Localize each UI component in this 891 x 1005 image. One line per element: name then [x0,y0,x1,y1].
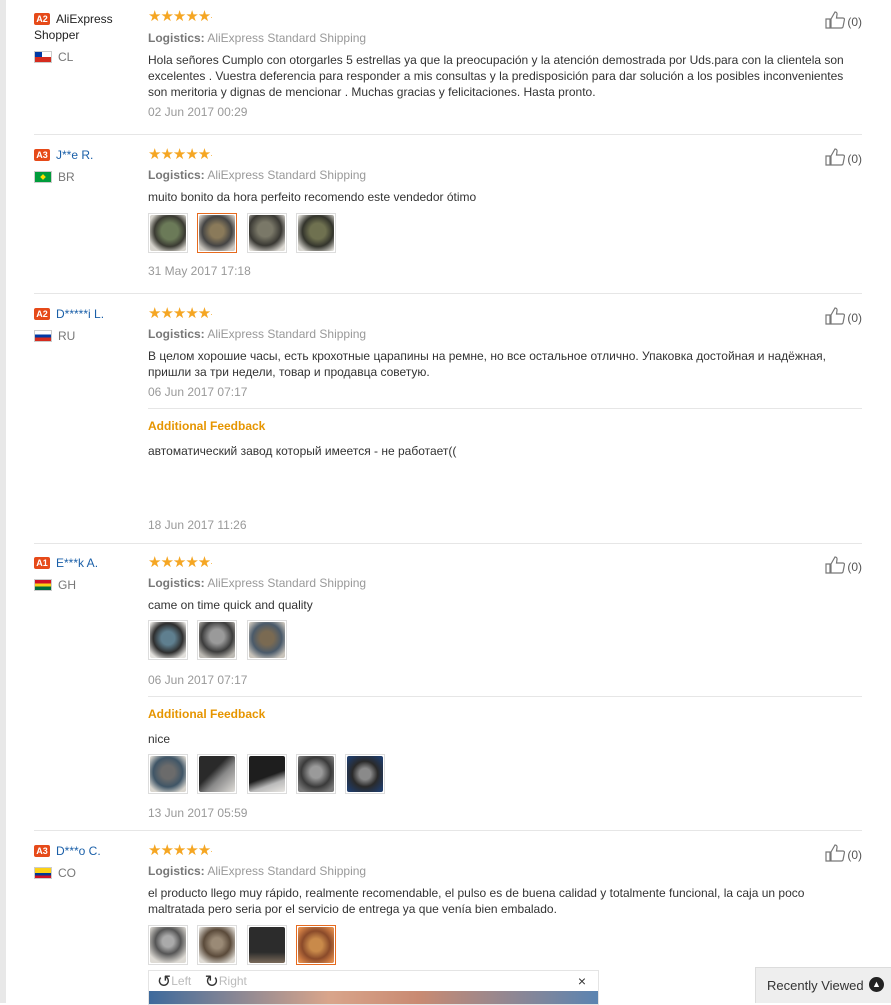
helpful-button[interactable]: (0) [825,556,862,575]
divider [148,408,862,409]
flag-icon [34,51,52,63]
rotate-left-button[interactable]: ↺Left [157,971,191,992]
helpful-button[interactable]: (0) [825,148,862,167]
buyer-level-badge: A2 [34,308,50,320]
thumbs-up-icon [825,148,846,166]
review-photo-thumb[interactable] [246,754,287,794]
thumbs-up-icon [825,11,846,29]
thumbs-up-icon [825,844,846,862]
star-rating: ★★★★★· [148,8,213,25]
flag-icon [34,171,52,183]
review-photo-thumb[interactable] [197,213,238,253]
additional-feedback-photos [148,754,391,794]
review-photo-thumb[interactable] [345,754,386,794]
review-item: A3 J**e R. BR ★★★★★· Logistics: AliExpres… [34,134,862,294]
reviewer-country: GH [34,578,139,592]
review-photos [148,213,342,253]
buyer-level-badge: A3 [34,845,50,857]
review-date: 31 May 2017 17:18 [148,264,251,278]
review-text: came on time quick and quality [148,598,313,612]
review-text: В целом хорошие часы, есть крохотные цар… [148,349,826,379]
review-photo-thumb[interactable] [148,620,188,660]
helpful-button[interactable]: (0) [825,11,862,30]
additional-feedback-title: Additional Feedback [148,419,266,433]
review-item: A2 AliExpress Shopper CL ★★★★★· Logistics… [34,0,862,135]
review-photo-thumb[interactable] [296,754,337,794]
reviewer-info: A1 E***k A. GH [34,555,139,592]
reviewer-country: CL [34,50,139,64]
buyer-level-badge: A1 [34,557,50,569]
star-rating: ★★★★★· [148,305,213,322]
review-photo-thumb[interactable] [246,213,287,253]
review-photo-thumb[interactable] [197,754,238,794]
rotate-left-icon: ↺ [157,972,172,991]
review-photo-thumb[interactable] [246,620,287,660]
additional-feedback-text: автоматический завод который имеется - н… [148,444,457,458]
review-photo-thumb[interactable] [296,925,337,965]
buyer-level-badge: A3 [34,149,50,161]
reviewer-name[interactable]: D*****i L. [56,307,104,321]
review-photos [148,620,293,660]
review-photo-thumb[interactable] [148,213,188,253]
reviewer-name[interactable]: D***o C. [56,844,101,858]
review-text: Hola señores Cumplo con otorgarles 5 est… [148,53,844,99]
flag-icon [34,330,52,342]
chevron-up-icon: ▲ [869,977,884,992]
recently-viewed-label: Recently Viewed [767,978,864,993]
reviewer-info: A3 J**e R. BR [34,147,139,184]
star-rating: ★★★★★· [148,554,213,571]
additional-feedback-date: 13 Jun 2017 05:59 [148,806,248,820]
review-text: muito bonito da hora perfeito recomendo … [148,190,477,204]
rotate-right-button[interactable]: ↻Right [205,971,247,992]
flag-icon [34,579,52,591]
review-photo-thumb[interactable] [197,620,238,660]
additional-feedback-text: nice [148,732,171,746]
close-icon[interactable]: × [578,974,586,988]
review-date: 06 Jun 2017 07:17 [148,385,248,399]
divider [148,696,862,697]
review-text: el producto llego muy rápido, realmente … [148,886,805,916]
review-photo-thumb[interactable] [148,754,188,794]
additional-feedback-date: 18 Jun 2017 11:26 [148,518,247,532]
reviewer-name[interactable]: J**e R. [56,148,93,162]
logistics-info: Logistics: AliExpress Standard Shipping [148,31,367,45]
left-border [0,0,6,1003]
reviewer-country: CO [34,866,139,880]
logistics-info: Logistics: AliExpress Standard Shipping [148,327,367,341]
review-photo-thumb[interactable] [296,213,337,253]
reviewer-info: A2 AliExpress Shopper CL [34,11,139,64]
review-item: A1 E***k A. GH ★★★★★· Logistics: AliExpre… [34,543,862,831]
reviewer-country: BR [34,170,139,184]
buyer-level-badge: A2 [34,13,50,25]
review-photo-thumb[interactable] [246,925,287,965]
logistics-info: Logistics: AliExpress Standard Shipping [148,168,367,182]
image-viewer: ↺Left ↻Right × [148,970,599,1005]
review-item: A2 D*****i L. RU ★★★★★· Logistics: AliExp… [34,293,862,544]
rotate-right-icon: ↻ [204,972,219,991]
flag-icon [34,867,52,879]
thumbs-up-icon [825,307,846,325]
thumbs-up-icon [825,556,846,574]
review-photos [148,925,342,965]
helpful-button[interactable]: (0) [825,307,862,326]
recently-viewed-tab[interactable]: Recently Viewed ▲ [755,967,891,1003]
reviewer-country: RU [34,329,139,343]
review-photo-thumb[interactable] [148,925,188,965]
reviewer-name[interactable]: E***k A. [56,556,98,570]
reviewer-info: A3 D***o C. CO [34,843,139,880]
star-rating: ★★★★★· [148,146,213,163]
image-viewer-toolbar: ↺Left ↻Right × [149,971,598,991]
logistics-info: Logistics: AliExpress Standard Shipping [148,576,367,590]
star-rating: ★★★★★· [148,842,213,859]
enlarged-photo [149,991,598,1004]
review-date: 06 Jun 2017 07:17 [148,673,248,687]
review-date: 02 Jun 2017 00:29 [148,105,248,119]
review-photo-thumb[interactable] [197,925,238,965]
reviewer-info: A2 D*****i L. RU [34,306,139,343]
additional-feedback-title: Additional Feedback [148,707,266,721]
helpful-button[interactable]: (0) [825,844,862,863]
logistics-info: Logistics: AliExpress Standard Shipping [148,864,367,878]
